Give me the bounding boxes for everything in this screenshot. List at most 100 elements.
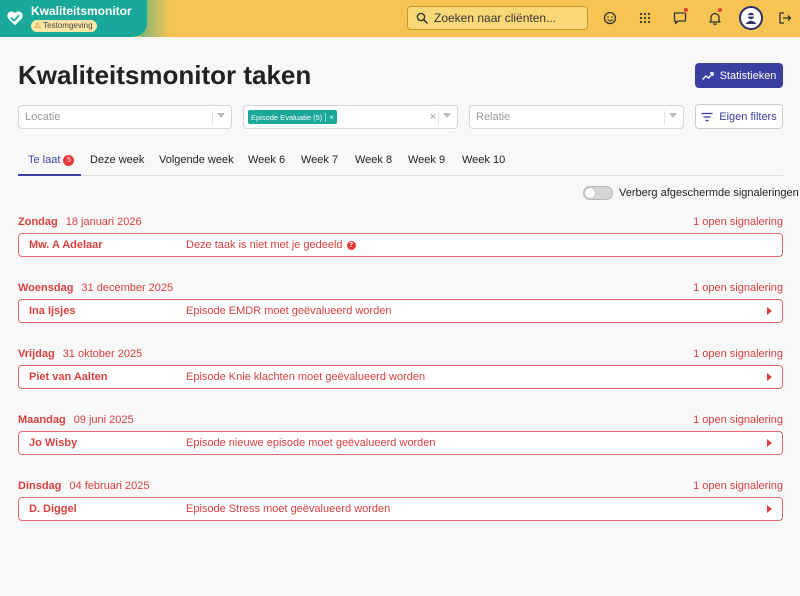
group-count: 1 open signalering <box>693 480 783 492</box>
environment-badge: ⚠ Testomgeving <box>31 20 97 32</box>
top-bar: Kwaliteitsmonitor ⚠ Testomgeving <box>0 0 800 37</box>
relation-select[interactable]: Relatie <box>469 105 684 129</box>
task-message: Deze taak is niet met je gedeeld ? <box>186 239 356 251</box>
search-icon <box>416 12 428 24</box>
tab-te-laat[interactable]: Te laat 5 <box>17 154 82 176</box>
episode-chip-label: Episode Evaluatie (5) <box>251 112 323 122</box>
tab-week-6[interactable]: Week 6 <box>248 154 285 176</box>
select-separator <box>212 111 213 125</box>
tab-volgende-week[interactable]: Volgende week <box>159 154 234 176</box>
group-header: Maandag 09 juni 2025 1 open signalering <box>18 414 783 428</box>
group-header: Woensdag 31 december 2025 1 open signaler… <box>18 282 783 296</box>
chevron-down-icon <box>217 113 225 118</box>
late-count-badge: 5 <box>63 155 75 166</box>
group-day: Woensdag <box>18 282 74 294</box>
clear-icon[interactable]: × <box>430 111 436 123</box>
group-day: Maandag <box>18 414 66 426</box>
group-date: 04 februari 2025 <box>69 480 150 492</box>
task-message: Episode Stress moet geëvalueerd worden <box>186 503 391 515</box>
group-date: 31 december 2025 <box>81 282 174 294</box>
user-avatar-icon <box>745 12 757 24</box>
tab-week-10[interactable]: Week 10 <box>462 154 505 176</box>
notifications-icon[interactable] <box>705 7 725 28</box>
client-name: Ina Ijsjes <box>29 305 76 317</box>
tab-label: Week 10 <box>462 154 506 166</box>
tab-label: Week 8 <box>355 154 393 166</box>
trend-chart-icon <box>701 71 714 80</box>
group-count: 1 open signalering <box>693 216 783 228</box>
chip-remove-icon[interactable]: × <box>325 112 334 122</box>
client-name: Jo Wisby <box>29 437 78 449</box>
tab-label: Te laat <box>28 154 61 166</box>
task-row[interactable]: Ina Ijsjes Episode EMDR moet geëvalueerd… <box>18 299 783 323</box>
client-name: Piet van Aalten <box>29 371 108 383</box>
apps-grid-icon[interactable] <box>635 8 655 28</box>
tab-week-7[interactable]: Week 7 <box>301 154 338 176</box>
group-date: 31 oktober 2025 <box>62 348 143 360</box>
select-separator <box>664 111 665 125</box>
mood-icon[interactable] <box>600 8 620 28</box>
group-day: Dinsdag <box>18 480 62 492</box>
task-message: Episode Knie klachten moet geëvalueerd w… <box>186 371 426 383</box>
episode-filter-chip[interactable]: Episode Evaluatie (5) × <box>248 110 337 124</box>
group-day: Zondag <box>18 216 58 228</box>
group-day: Vrijdag <box>18 348 55 360</box>
relation-placeholder: Relatie <box>476 111 511 123</box>
heart-logo-icon <box>7 11 23 26</box>
brand-area[interactable]: Kwaliteitsmonitor ⚠ Testomgeving <box>0 0 147 37</box>
tab-week-9[interactable]: Week 9 <box>408 154 445 176</box>
group-date: 09 juni 2025 <box>73 414 134 426</box>
tab-deze-week[interactable]: Deze week <box>90 154 144 176</box>
client-search[interactable] <box>407 6 588 30</box>
environment-label: Testomgeving <box>43 21 93 30</box>
task-message: Episode nieuwe episode moet geëvalueerd … <box>186 437 436 449</box>
group-header: Vrijdag 31 oktober 2025 1 open signalerin… <box>18 348 783 362</box>
location-select[interactable]: Locatie <box>18 105 232 129</box>
group-count: 1 open signalering <box>693 348 783 360</box>
warning-icon: ⚠ <box>34 21 42 30</box>
group-header: Dinsdag 04 februari 2025 1 open signaleri… <box>18 480 783 494</box>
help-icon[interactable]: ? <box>346 240 356 250</box>
hide-protected-label: Verberg afgeschermde signaleringen <box>619 187 799 199</box>
group-header: Zondag 18 januari 2026 1 open signalering <box>18 216 783 230</box>
tab-label: Deze week <box>90 154 145 166</box>
chevron-right-icon <box>767 505 772 513</box>
chevron-right-icon <box>767 439 772 447</box>
task-row[interactable]: Piet van Aalten Episode Knie klachten mo… <box>18 365 783 389</box>
messages-icon[interactable] <box>670 7 690 28</box>
tab-label: Volgende week <box>159 154 234 166</box>
filter-icon <box>701 112 713 121</box>
search-input[interactable] <box>434 11 584 25</box>
tab-week-8[interactable]: Week 8 <box>355 154 392 176</box>
client-name: D. Diggel <box>29 503 77 515</box>
week-tabs: Te laat 5 Deze week Volgende week Week 6… <box>17 154 783 176</box>
chevron-right-icon <box>767 307 772 315</box>
group-count: 1 open signalering <box>693 282 783 294</box>
group-count: 1 open signalering <box>693 414 783 426</box>
task-row[interactable]: D. Diggel Episode Stress moet geëvalueer… <box>18 497 783 521</box>
group-date: 18 januari 2026 <box>65 216 142 228</box>
chevron-down-icon <box>443 113 451 118</box>
toggle-knob <box>585 188 595 198</box>
tab-label: Week 6 <box>248 154 286 166</box>
page-title: Kwaliteitsmonitor taken <box>18 60 312 90</box>
task-row[interactable]: Mw. A Adelaar Deze taak is niet met je g… <box>18 233 783 257</box>
own-filters-button[interactable]: Eigen filters <box>695 104 783 129</box>
client-name: Mw. A Adelaar <box>29 239 103 251</box>
app-title: Kwaliteitsmonitor <box>31 4 132 18</box>
messages-unread-dot <box>683 7 689 13</box>
statistics-button[interactable]: Statistieken <box>695 63 783 88</box>
task-message-text: Deze taak is niet met je gedeeld <box>186 239 343 251</box>
notifications-unread-dot <box>717 7 723 13</box>
statistics-label: Statistieken <box>719 69 777 82</box>
task-row[interactable]: Jo Wisby Episode nieuwe episode moet geë… <box>18 431 783 455</box>
location-placeholder: Locatie <box>25 111 61 123</box>
tab-label: Week 9 <box>408 154 446 166</box>
episode-select[interactable]: Episode Evaluatie (5) × × <box>243 105 458 129</box>
task-message: Episode EMDR moet geëvalueerd worden <box>186 305 392 317</box>
hide-protected-toggle[interactable] <box>583 186 613 200</box>
brand-fade <box>140 0 170 37</box>
own-filters-label: Eigen filters <box>719 110 777 123</box>
logout-icon[interactable] <box>775 8 795 28</box>
avatar[interactable] <box>739 6 763 30</box>
